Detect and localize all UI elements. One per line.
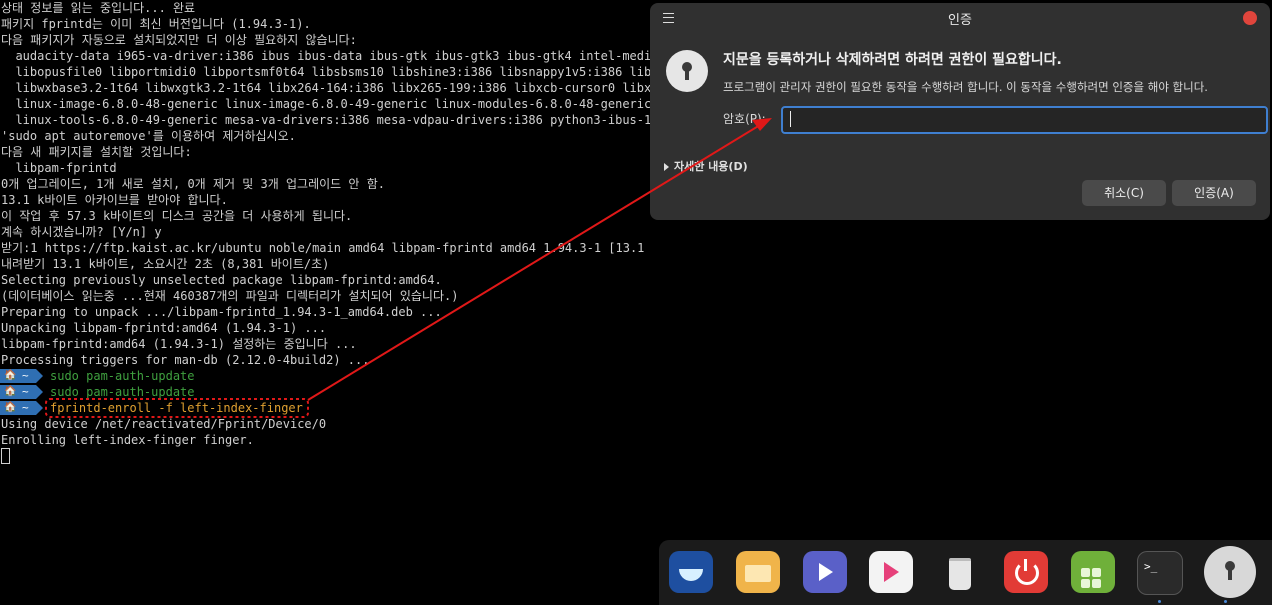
terminal-line: linux-image-6.8.0-48-generic linux-image…	[1, 97, 650, 111]
details-label: 자세한 내용(D)	[674, 160, 748, 173]
authentication-icon[interactable]	[1204, 546, 1256, 598]
terminal-line: Unpacking libpam-fprintd:amd64 (1.94.3-1…	[1, 321, 327, 335]
home-icon: 🏠	[4, 370, 17, 381]
power-icon[interactable]	[1004, 551, 1048, 593]
password-input[interactable]	[781, 106, 1268, 134]
terminal-line: 다음 패키지가 자동으로 설치되었지만 더 이상 필요하지 않습니다:	[1, 33, 357, 47]
terminal-command: sudo pam-auth-update	[50, 369, 195, 383]
prompt-tilde: ~	[22, 401, 29, 414]
terminal-line: audacity-data i965-va-driver:i386 ibus i…	[1, 49, 650, 63]
terminal-app-icon[interactable]: >_	[1137, 551, 1183, 595]
terminal-line: 0개 업그레이드, 1개 새로 설치, 0개 제거 및 3개 업그레이드 안 함…	[1, 177, 385, 191]
dialog-description: 프로그램이 관리자 권한이 필요한 동작을 수행하려 합니다. 이 동작을 수행…	[723, 80, 1208, 94]
home-icon: 🏠	[4, 402, 17, 413]
files-app-icon[interactable]	[736, 551, 780, 593]
terminal-line: 패키지 fprintd는 이미 최신 버전입니다 (1.94.3-1).	[1, 17, 311, 31]
terminal-output-line: Using device /net/reactivated/Fprint/Dev…	[1, 417, 327, 431]
dialog-title: 인증	[948, 13, 972, 28]
terminal-output-line: Enrolling left-index-finger finger.	[1, 433, 254, 447]
terminal-line: libwxbase3.2-1t64 libwxgtk3.2-1t64 libx2…	[1, 81, 650, 95]
details-expander[interactable]: 자세한 내용(D)	[664, 158, 748, 174]
terminal-line: 계속 하시겠습니까? [Y/n] y	[1, 225, 162, 239]
media-player-icon[interactable]	[869, 551, 913, 593]
terminal-line: 13.1 k바이트 아카이브를 받아야 합니다.	[1, 193, 228, 207]
terminal-line: 내려받기 13.1 k바이트, 소요시간 2초 (8,381 바이트/초)	[1, 257, 330, 271]
text-caret	[790, 111, 791, 127]
dock: >_	[659, 540, 1272, 605]
terminal-line: libpam-fprintd:amd64 (1.94.3-1) 설정하는 중입니…	[1, 337, 357, 351]
terminal-line: 상태 정보를 읽는 중입니다... 완료	[1, 1, 196, 15]
running-indicator	[1158, 600, 1161, 603]
authentication-dialog: 인증 지문을 등록하거나 삭제하려면 하려면 권한이 필요합니다. 프로그램이 …	[650, 3, 1270, 220]
terminal-line: libpam-fprintd	[1, 161, 117, 175]
terminal-line: Processing triggers for man-db (2.12.0-4…	[1, 353, 370, 367]
dialog-heading: 지문을 등록하거나 삭제하려면 하려면 권한이 필요합니다.	[723, 52, 1062, 68]
password-label: 암호(P):	[723, 112, 766, 126]
software-store-icon[interactable]	[1071, 551, 1115, 593]
trash-icon[interactable]	[938, 551, 982, 593]
dialog-titlebar[interactable]: 인증	[650, 3, 1270, 31]
terminal-line: 'sudo apt autoremove'를 이용하여 제거하십시오.	[1, 129, 296, 143]
prompt-tilde: ~	[22, 369, 29, 382]
video-player-icon[interactable]	[803, 551, 847, 593]
terminal-command: sudo pam-auth-update	[50, 385, 195, 399]
expand-triangle-icon	[664, 163, 669, 171]
terminal-line: 이 작업 후 57.3 k바이트의 디스크 공간을 더 사용하게 됩니다.	[1, 209, 353, 223]
terminal-window[interactable]: 상태 정보를 읽는 중입니다... 완료 패키지 fprintd는 이미 최신 …	[0, 0, 650, 605]
authenticate-button[interactable]: 인증(A)	[1172, 180, 1256, 206]
home-icon: 🏠	[4, 386, 17, 397]
shell-prompt: 🏠 ~	[0, 401, 44, 415]
navigator-app-icon[interactable]	[669, 551, 713, 593]
keyhole-icon	[666, 50, 708, 92]
running-indicator	[1224, 600, 1227, 603]
close-button[interactable]	[1243, 11, 1257, 25]
terminal-line: Preparing to unpack .../libpam-fprintd_1…	[1, 305, 442, 319]
cancel-button[interactable]: 취소(C)	[1082, 180, 1166, 206]
terminal-line: Selecting previously unselected package …	[1, 273, 442, 287]
terminal-cursor	[1, 448, 10, 464]
shell-prompt: 🏠 ~	[0, 369, 44, 383]
terminal-line: 받기:1 https://ftp.kaist.ac.kr/ubuntu nobl…	[1, 241, 650, 255]
shell-prompt: 🏠 ~	[0, 385, 44, 399]
terminal-line: 다음 새 패키지를 설치할 것입니다:	[1, 145, 192, 159]
terminal-line: linux-tools-6.8.0-49-generic mesa-va-dri…	[1, 113, 650, 127]
terminal-line: libopusfile0 libportmidi0 libportsmf0t64…	[1, 65, 650, 79]
terminal-line: (데이터베이스 읽는중 ...현재 460387개의 파일과 디렉터리가 설치되…	[1, 289, 459, 303]
terminal-command-highlighted: fprintd-enroll -f left-index-finger	[50, 401, 303, 415]
prompt-tilde: ~	[22, 385, 29, 398]
